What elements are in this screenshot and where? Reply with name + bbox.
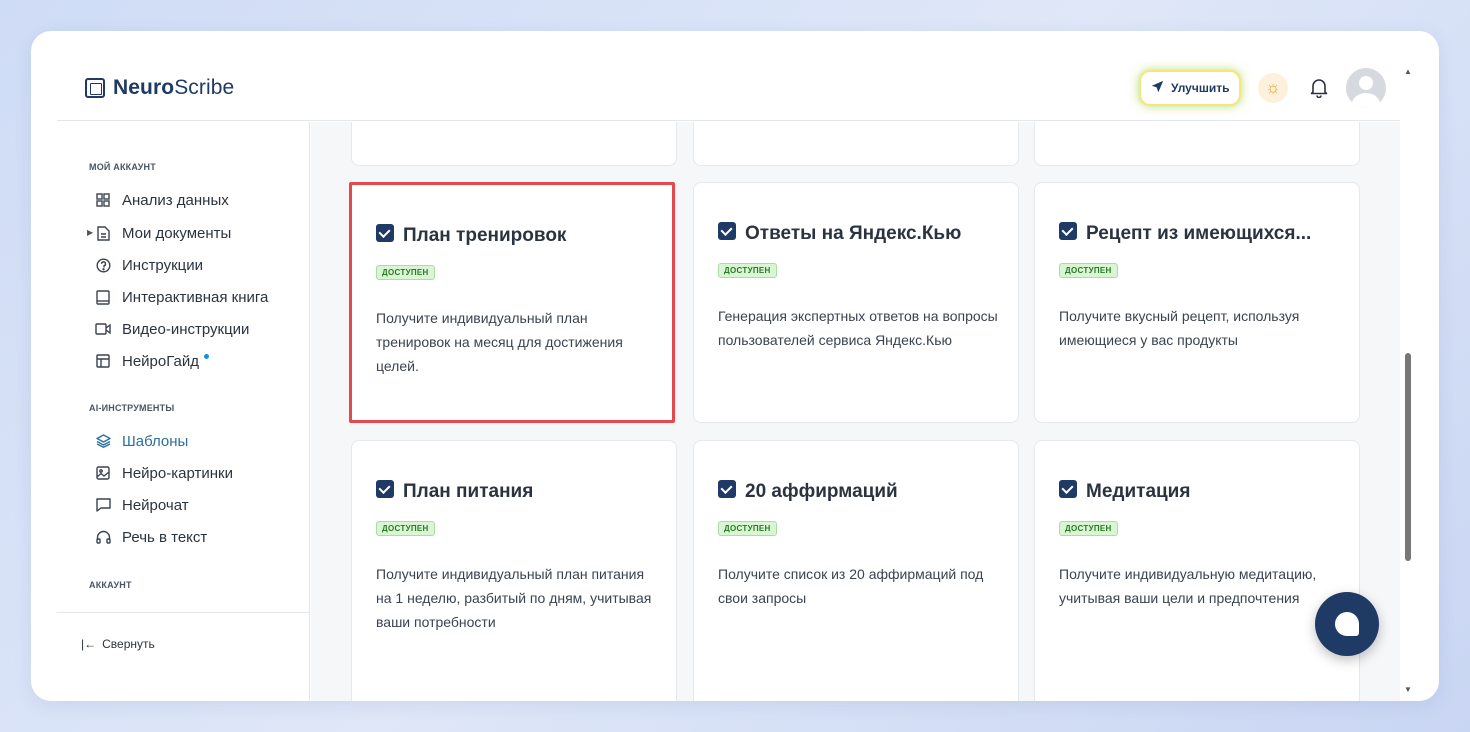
sidebar-divider xyxy=(57,612,310,613)
card-title: План тренировок xyxy=(376,224,566,247)
headphones-icon xyxy=(95,529,111,545)
template-card-partial[interactable] xyxy=(1034,122,1360,166)
status-badge: ДОСТУПЕН xyxy=(376,521,435,536)
checkbox-icon xyxy=(718,480,736,498)
video-icon xyxy=(95,321,111,337)
theme-toggle[interactable]: ☼ xyxy=(1258,73,1288,103)
section-label-my-account: МОЙ АККАУНТ xyxy=(89,162,156,172)
card-description: Получите вкусный рецепт, используя имеющ… xyxy=(1059,308,1300,348)
avatar[interactable] xyxy=(1346,68,1386,108)
card-title: Медитация xyxy=(1059,480,1190,503)
notifications-button[interactable] xyxy=(1306,74,1332,102)
help-circle-icon xyxy=(95,257,111,273)
status-badge: ДОСТУПЕН xyxy=(376,265,435,280)
status-badge: ДОСТУПЕН xyxy=(718,263,777,278)
collapse-button[interactable]: |← Свернуть xyxy=(81,637,155,651)
logo[interactable]: NeuroScribe xyxy=(85,76,234,100)
sidebar-item-speech-to-text[interactable]: Речь в текст xyxy=(95,527,207,547)
chat-icon xyxy=(95,497,111,513)
card-description: Генерация экспертных ответов на вопросы … xyxy=(718,308,998,348)
sidebar-item-interactive-book[interactable]: Интерактивная книга xyxy=(95,287,268,307)
top-header: NeuroScribe Улучшить ☼ xyxy=(57,31,1400,121)
book-icon xyxy=(95,289,111,305)
checkbox-icon xyxy=(718,222,736,240)
app-window: NeuroScribe Улучшить ☼ МОЙ АККАУНТ Анали… xyxy=(31,31,1439,701)
sidebar-item-my-documents[interactable]: Мои документы xyxy=(95,223,231,243)
grid-icon xyxy=(95,192,111,208)
scroll-down-arrow-icon[interactable]: ▼ xyxy=(1404,685,1412,694)
card-title: 20 аффирмаций xyxy=(718,480,898,503)
status-badge: ДОСТУПЕН xyxy=(718,521,777,536)
scrollbar-thumb[interactable] xyxy=(1405,353,1411,561)
layers-icon xyxy=(95,433,111,449)
card-description: Получите индивидуальный план тренировок … xyxy=(376,310,623,374)
document-icon xyxy=(95,225,111,241)
card-description: Получите индивидуальный план питания на … xyxy=(376,566,652,630)
template-card-affirmations[interactable]: 20 аффирмаций ДОСТУПЕН Получите список и… xyxy=(693,440,1019,701)
sun-icon: ☼ xyxy=(1265,78,1281,97)
logo-icon xyxy=(85,78,105,98)
sidebar-item-data-analysis[interactable]: Анализ данных xyxy=(95,190,229,210)
templates-grid: План тренировок ДОСТУПЕН Получите индиви… xyxy=(311,122,1400,701)
chat-support-button[interactable] xyxy=(1315,592,1379,656)
status-badge: ДОСТУПЕН xyxy=(1059,521,1118,536)
sidebar-item-neurochat[interactable]: Нейрочат xyxy=(95,495,189,515)
sidebar-item-neuroguide[interactable]: НейроГайд xyxy=(95,351,209,371)
template-card-yandex-q[interactable]: Ответы на Яндекс.Кью ДОСТУПЕН Генерация … xyxy=(693,182,1019,423)
template-card-meditation[interactable]: Медитация ДОСТУПЕН Получите индивидуальн… xyxy=(1034,440,1360,701)
template-card-partial[interactable] xyxy=(693,122,1019,166)
section-label-account: АККАУНТ xyxy=(89,580,132,590)
sidebar-item-templates[interactable]: Шаблоны xyxy=(95,431,188,451)
template-card-partial[interactable] xyxy=(351,122,677,166)
image-icon xyxy=(95,465,111,481)
sidebar-item-neuro-images[interactable]: Нейро-картинки xyxy=(95,463,233,483)
new-indicator-dot xyxy=(204,353,209,359)
card-description: Получите индивидуальную медитацию, учиты… xyxy=(1059,566,1317,606)
checkbox-icon xyxy=(1059,480,1077,498)
upgrade-label: Улучшить xyxy=(1171,81,1230,95)
collapse-arrow-icon: |← xyxy=(81,637,97,651)
scrollbar[interactable]: ▲ ▼ xyxy=(1401,62,1415,694)
sidebar-item-video-instructions[interactable]: Видео-инструкции xyxy=(95,319,249,339)
sidebar: МОЙ АККАУНТ Анализ данных ▶ Мои документ… xyxy=(57,122,310,701)
checkbox-icon xyxy=(1059,222,1077,240)
bell-icon xyxy=(1310,79,1328,98)
checkbox-icon xyxy=(376,224,394,242)
template-card-meal-plan[interactable]: План питания ДОСТУПЕН Получите индивидуа… xyxy=(351,440,677,701)
rocket-icon xyxy=(1151,80,1164,96)
layout-icon xyxy=(95,353,111,369)
scroll-up-arrow-icon[interactable]: ▲ xyxy=(1404,67,1412,76)
template-card-training-plan[interactable]: План тренировок ДОСТУПЕН Получите индиви… xyxy=(349,182,675,423)
upgrade-button[interactable]: Улучшить xyxy=(1141,72,1240,104)
card-description: Получите список из 20 аффирмаций под сво… xyxy=(718,566,984,606)
template-card-recipe[interactable]: Рецепт из имеющихся... ДОСТУПЕН Получите… xyxy=(1034,182,1360,423)
section-label-ai-tools: AI-ИНСТРУМЕНТЫ xyxy=(89,403,175,413)
card-title: План питания xyxy=(376,480,533,503)
status-badge: ДОСТУПЕН xyxy=(1059,263,1118,278)
card-title: Рецепт из имеющихся... xyxy=(1059,222,1311,245)
card-title: Ответы на Яндекс.Кью xyxy=(718,222,961,245)
expand-caret-icon[interactable]: ▶ xyxy=(87,228,93,237)
sidebar-item-instructions[interactable]: Инструкции xyxy=(95,255,203,275)
checkbox-icon xyxy=(376,480,394,498)
